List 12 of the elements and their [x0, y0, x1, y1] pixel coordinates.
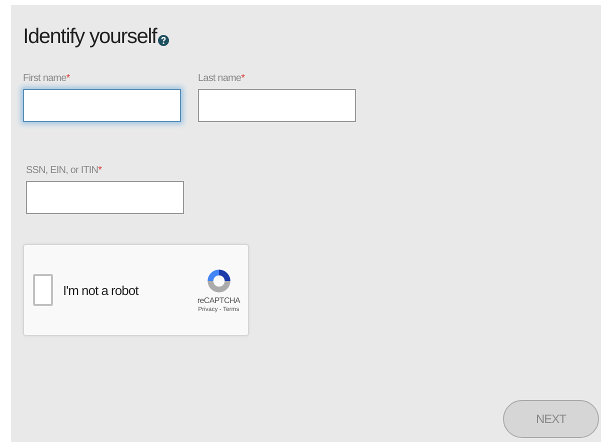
input-field[interactable]: [198, 89, 356, 122]
recaptcha-logo-icon: [206, 268, 232, 294]
form-title: Identify yourself: [23, 25, 156, 49]
field-label: Last name*: [198, 73, 246, 84]
field-label: SSN, EIN, or ITIN*: [26, 165, 103, 176]
captcha-checkbox[interactable]: [33, 274, 53, 306]
help-icon[interactable]: [158, 35, 170, 46]
captcha-label: I'm not a robot: [63, 282, 138, 298]
input-field[interactable]: [26, 181, 184, 214]
field-label: First name*: [23, 73, 71, 84]
captcha-brand: reCAPTCHA: [197, 296, 240, 304]
input-field[interactable]: [23, 89, 181, 122]
